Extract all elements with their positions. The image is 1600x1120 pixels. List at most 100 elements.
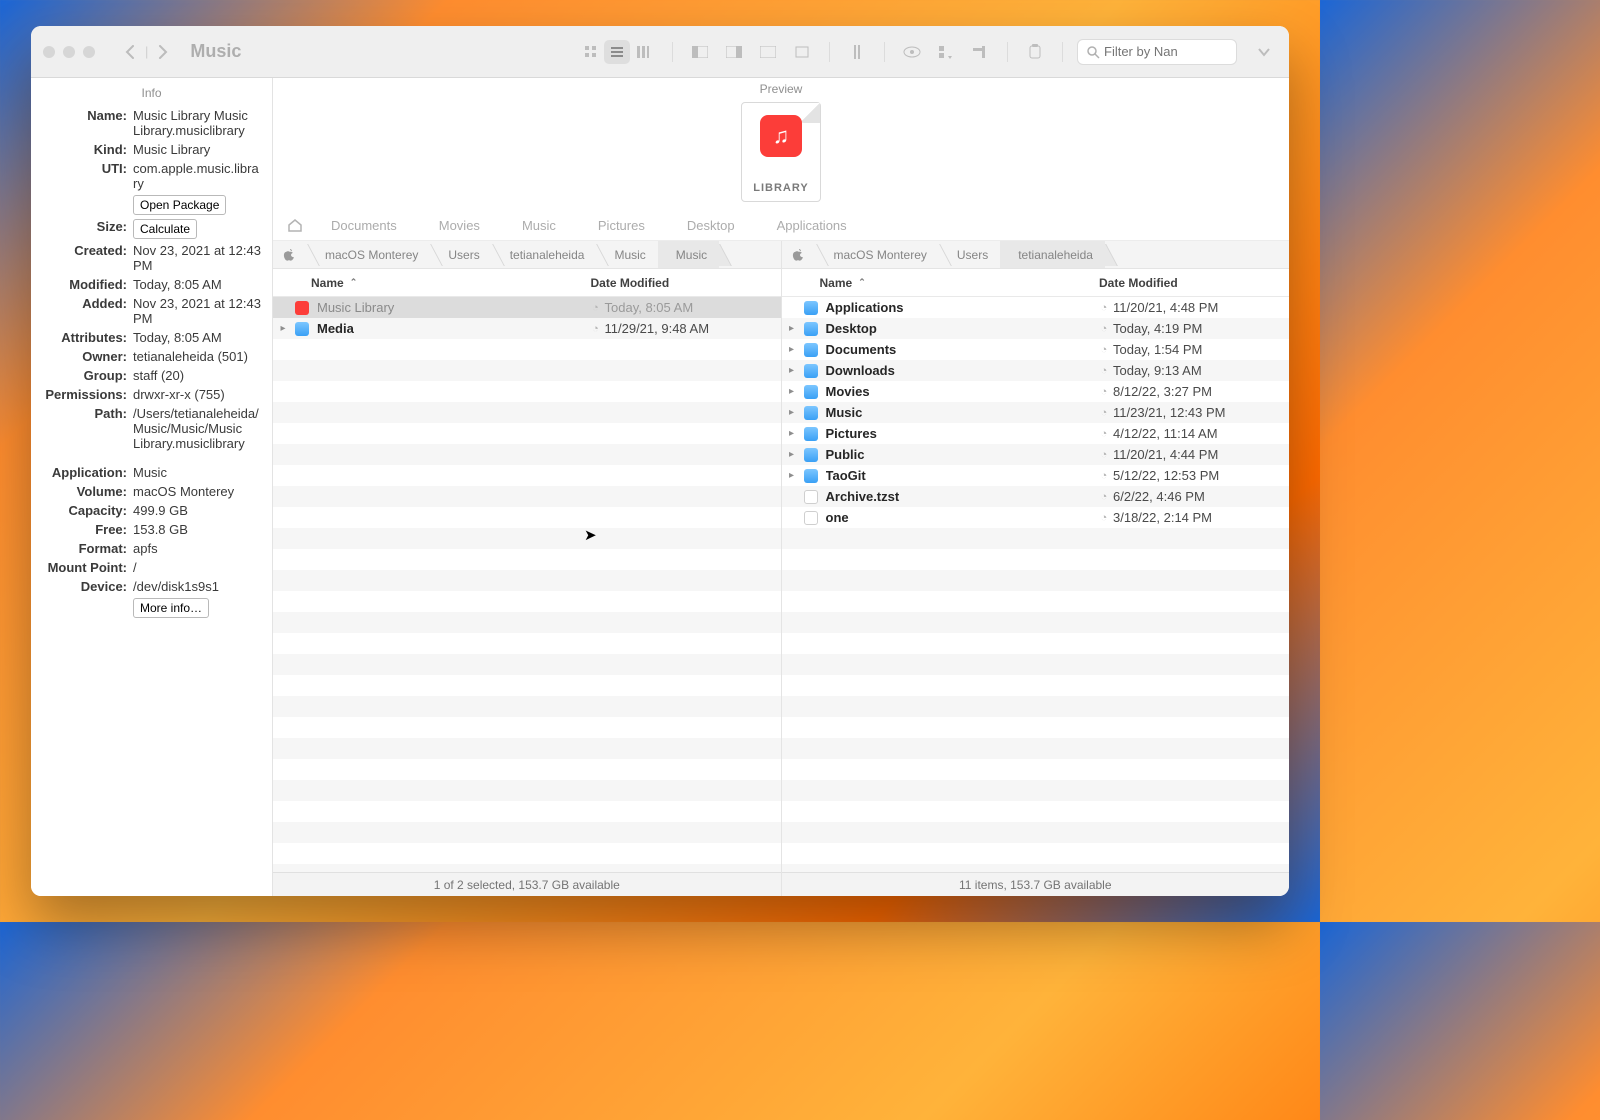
path-crumb[interactable]: Users [939, 241, 1000, 268]
left-column-header: Name ⌃ Date Modified [273, 269, 781, 297]
search-field[interactable] [1077, 39, 1237, 65]
favorite-movies[interactable]: Movies [439, 218, 480, 233]
file-row[interactable]: Applications◔11/20/21, 4:48 PM [782, 297, 1290, 318]
right-file-list[interactable]: Applications◔11/20/21, 4:48 PM▸Desktop◔T… [782, 297, 1290, 872]
clock-icon: ◔ [1095, 449, 1113, 461]
file-row[interactable]: ▸Movies◔8/12/22, 3:27 PM [782, 381, 1290, 402]
file-row[interactable]: one◔3/18/22, 2:14 PM [782, 507, 1290, 528]
file-row[interactable]: ▸Documents◔Today, 1:54 PM [782, 339, 1290, 360]
file-row[interactable]: Archive.tzst◔6/2/22, 4:46 PM [782, 486, 1290, 507]
search-input[interactable] [1104, 44, 1214, 59]
file-row[interactable]: ▸Pictures◔4/12/22, 11:14 AM [782, 423, 1290, 444]
apple-icon[interactable] [782, 241, 816, 268]
info-val-modified: Today, 8:05 AM [133, 277, 262, 292]
preview-area: Preview ♫ LIBRARY [273, 78, 1289, 210]
eye-icon [903, 46, 921, 58]
disclosure-triangle-icon[interactable]: ▸ [782, 344, 802, 355]
minimize-dot[interactable] [63, 46, 75, 58]
home-icon[interactable] [287, 218, 303, 232]
clipboard-button[interactable] [1022, 40, 1048, 64]
file-row[interactable]: ▸Music◔11/23/21, 12:43 PM [782, 402, 1290, 423]
sort-asc-icon: ⌃ [858, 277, 866, 288]
zoom-dot[interactable] [83, 46, 95, 58]
file-row[interactable]: ▸Desktop◔Today, 4:19 PM [782, 318, 1290, 339]
dual-left-button[interactable] [687, 40, 713, 64]
path-crumb[interactable]: tetianaleheida [1000, 241, 1105, 268]
file-date: Today, 1:54 PM [1113, 342, 1289, 357]
file-date: Today, 4:19 PM [1113, 321, 1289, 336]
clock-icon: ◔ [587, 323, 605, 335]
preview-caption: LIBRARY [741, 182, 821, 194]
more-info-button[interactable]: More info… [133, 598, 209, 618]
file-row[interactable]: ▸TaoGit◔5/12/22, 12:53 PM [782, 465, 1290, 486]
info-key-volume: Volume: [41, 484, 133, 499]
info-key-added: Added: [41, 296, 133, 311]
favorite-applications[interactable]: Applications [777, 218, 847, 233]
view-icons-button[interactable] [578, 40, 604, 64]
disclosure-triangle-icon[interactable]: ▸ [273, 323, 293, 334]
path-crumb[interactable]: tetianaleheida [492, 241, 597, 268]
file-date: 11/20/21, 4:44 PM [1113, 447, 1289, 462]
arrange-button[interactable] [933, 40, 959, 64]
nav-forward-button[interactable] [152, 41, 174, 63]
nav-back-button[interactable] [119, 41, 141, 63]
dual-right-button[interactable] [721, 40, 747, 64]
left-col-date[interactable]: Date Modified [591, 276, 781, 290]
favorite-pictures[interactable]: Pictures [598, 218, 645, 233]
right-col-name[interactable]: Name [820, 276, 853, 290]
disclosure-triangle-icon[interactable]: ▸ [782, 365, 802, 376]
disclosure-triangle-icon[interactable]: ▸ [782, 407, 802, 418]
info-key-free: Free: [41, 522, 133, 537]
path-crumb[interactable]: macOS Monterey [816, 241, 939, 268]
file-row[interactable]: ▸Media◔11/29/21, 9:48 AM [273, 318, 781, 339]
file-date: 11/29/21, 9:48 AM [605, 321, 781, 336]
path-crumb[interactable]: Music [658, 241, 719, 268]
disclosure-triangle-icon[interactable]: ▸ [782, 449, 802, 460]
disclosure-triangle-icon[interactable]: ▸ [782, 470, 802, 481]
open-package-button[interactable]: Open Package [133, 195, 226, 215]
disclosure-triangle-icon[interactable]: ▸ [782, 323, 802, 334]
file-date: 6/2/22, 4:46 PM [1113, 489, 1289, 504]
file-row[interactable]: Music Library◔Today, 8:05 AM [273, 297, 781, 318]
clock-icon: ◔ [1095, 428, 1113, 440]
left-pane: macOS MontereyUserstetianaleheidaMusicMu… [273, 241, 782, 896]
view-list-button[interactable] [604, 40, 630, 64]
right-pane: macOS MontereyUserstetianaleheida Name ⌃… [782, 241, 1290, 896]
right-col-date[interactable]: Date Modified [1099, 276, 1289, 290]
window-title: Music [190, 41, 241, 62]
hammer-icon [972, 45, 988, 59]
right-status-bar: 11 items, 153.7 GB available [782, 872, 1290, 896]
file-row[interactable]: ▸Public◔11/20/21, 4:44 PM [782, 444, 1290, 465]
view-columns-button[interactable] [630, 40, 656, 64]
sync-button[interactable] [789, 40, 815, 64]
music-app-icon: ♫ [760, 115, 802, 157]
path-crumb[interactable]: Users [430, 241, 491, 268]
path-crumb[interactable]: macOS Monterey [307, 241, 430, 268]
file-name: Pictures [826, 426, 1096, 441]
file-row[interactable]: ▸Downloads◔Today, 9:13 AM [782, 360, 1290, 381]
collapse-button[interactable] [1251, 40, 1277, 64]
favorite-documents[interactable]: Documents [331, 218, 397, 233]
disclosure-triangle-icon[interactable]: ▸ [782, 428, 802, 439]
action-button[interactable] [967, 40, 993, 64]
favorite-music[interactable]: Music [522, 218, 556, 233]
left-file-list[interactable]: Music Library◔Today, 8:05 AM▸Media◔11/29… [273, 297, 781, 872]
file-name: Music Library [317, 300, 587, 315]
folder-icon [802, 468, 820, 484]
path-crumb[interactable]: Music [596, 241, 657, 268]
favorite-desktop[interactable]: Desktop [687, 218, 735, 233]
left-col-name[interactable]: Name [311, 276, 344, 290]
file-date: 8/12/22, 3:27 PM [1113, 384, 1289, 399]
info-val-name: Music Library Music Library.musiclibrary [133, 108, 262, 138]
calculate-size-button[interactable]: Calculate [133, 219, 197, 239]
swap-panes-button[interactable] [755, 40, 781, 64]
info-key-kind: Kind: [41, 142, 133, 157]
right-path-bar: macOS MontereyUserstetianaleheida [782, 241, 1290, 269]
apple-icon[interactable] [273, 241, 307, 268]
quicklook-button[interactable] [899, 40, 925, 64]
clock-icon: ◔ [1095, 470, 1113, 482]
file-name: Archive.tzst [826, 489, 1096, 504]
close-dot[interactable] [43, 46, 55, 58]
disclosure-triangle-icon[interactable]: ▸ [782, 386, 802, 397]
mirror-button[interactable] [844, 40, 870, 64]
